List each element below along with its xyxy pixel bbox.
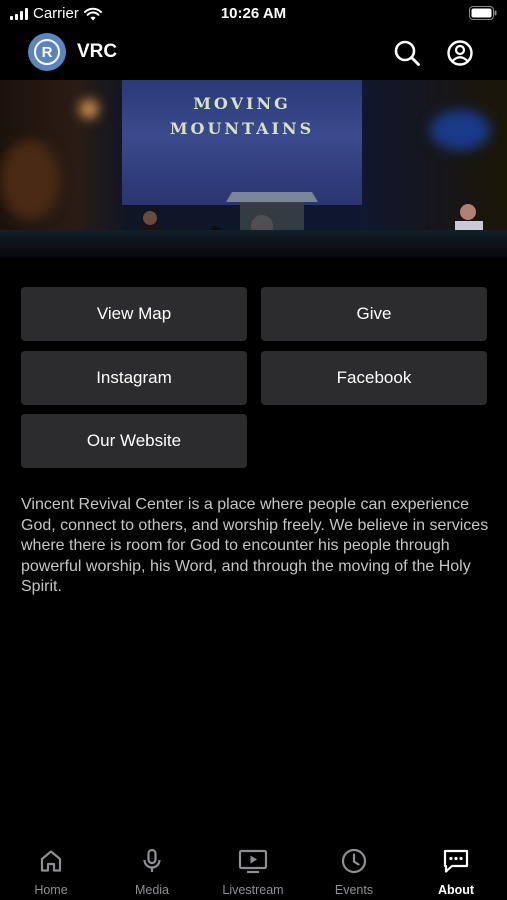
give-button[interactable]: Give [261, 287, 487, 341]
tv-play-icon [238, 849, 268, 874]
app-header: R VRC [0, 28, 507, 80]
tab-label: Livestream [222, 883, 284, 897]
tab-bar: Home Media Livestream Events About [0, 840, 507, 900]
about-description: Vincent Revival Center is a place where … [21, 496, 489, 595]
our-website-button[interactable]: Our Website [21, 414, 247, 468]
logo-letter: R [34, 39, 60, 65]
give-label: Give [356, 304, 392, 323]
tab-label: Events [334, 883, 374, 897]
battery-icon [469, 6, 497, 20]
tab-home[interactable]: Home [0, 840, 102, 900]
clock-icon [341, 848, 367, 874]
tab-label: Home [34, 883, 68, 897]
tab-label: About [437, 883, 475, 897]
account-icon[interactable] [445, 38, 475, 68]
status-time: 10:26 AM [220, 5, 287, 22]
status-bar: Carrier 10:26 AM [0, 0, 507, 28]
instagram-label: Instagram [96, 368, 172, 387]
tab-about[interactable]: About [405, 840, 507, 900]
app-title: VRC [77, 41, 118, 62]
tab-media[interactable]: Media [101, 840, 203, 900]
search-icon[interactable] [392, 38, 422, 68]
app-logo: R [28, 33, 66, 71]
microphone-icon [143, 848, 161, 872]
view-map-label: View Map [96, 304, 172, 323]
view-map-button[interactable]: View Map [21, 287, 247, 341]
hero-image: MOVING MOUNTAINS [0, 80, 507, 258]
tab-livestream[interactable]: Livestream [202, 840, 304, 900]
tab-events[interactable]: Events [303, 840, 405, 900]
chat-bubble-icon [443, 849, 469, 873]
instagram-button[interactable]: Instagram [21, 351, 247, 405]
facebook-button[interactable]: Facebook [261, 351, 487, 405]
facebook-label: Facebook [336, 368, 412, 387]
our-website-label: Our Website [86, 431, 182, 450]
home-icon [40, 850, 62, 872]
tab-label: Media [134, 883, 170, 897]
stage-floor [0, 230, 507, 258]
